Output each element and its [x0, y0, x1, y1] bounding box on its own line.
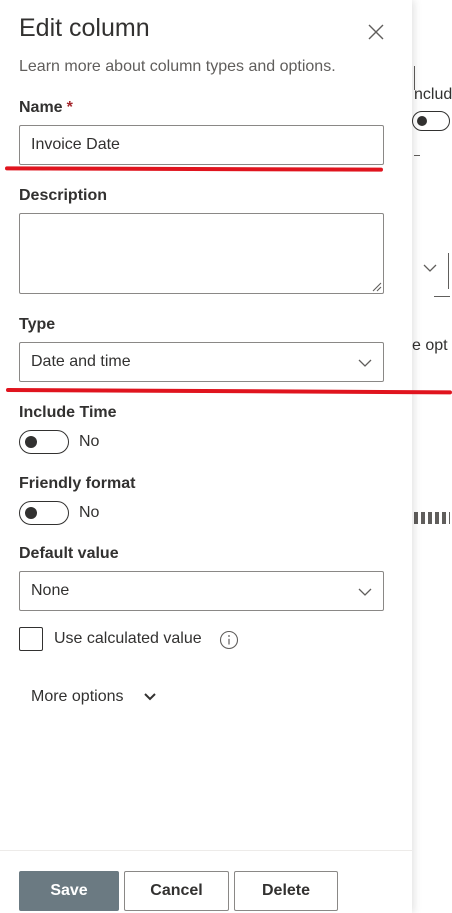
chevron-down-icon — [358, 359, 372, 367]
delete-button[interactable]: Delete — [234, 871, 338, 911]
background-divider — [434, 296, 450, 297]
friendly-format-toggle[interactable] — [19, 501, 69, 525]
default-value-label: Default value — [19, 545, 119, 562]
more-options-toggle[interactable]: More options — [31, 688, 156, 706]
edit-column-panel: Edit column Learn more about column type… — [0, 0, 452, 913]
footer-divider — [0, 850, 412, 851]
background-pattern — [414, 512, 450, 524]
friendly-format-state: No — [79, 504, 100, 521]
cancel-button[interactable]: Cancel — [124, 871, 229, 911]
chevron-down-icon — [144, 693, 156, 701]
resize-grip-icon[interactable] — [370, 280, 382, 292]
background-text-fragment: nclud — [414, 86, 452, 103]
annotation-underline — [4, 166, 384, 172]
background-divider — [414, 155, 420, 156]
name-label: Name * — [19, 99, 73, 117]
chevron-down-icon — [423, 264, 437, 272]
include-time-label: Include Time — [19, 404, 117, 421]
learn-more-link[interactable]: Learn more about column types and option… — [19, 58, 336, 76]
name-label-text: Name — [19, 99, 63, 116]
toggle-knob — [25, 507, 37, 519]
save-button[interactable]: Save — [19, 871, 119, 911]
close-button[interactable] — [364, 20, 388, 44]
include-time-toggle[interactable] — [19, 430, 69, 454]
required-mark: * — [66, 99, 73, 116]
description-label: Description — [19, 187, 108, 204]
annotation-underline — [5, 388, 452, 395]
more-options-label: More options — [31, 688, 124, 705]
background-divider — [448, 253, 449, 289]
description-textarea[interactable] — [19, 213, 384, 294]
background-text-fragment: e opt — [412, 337, 448, 354]
name-input[interactable] — [19, 125, 384, 165]
background-page: nclud e opt — [412, 0, 452, 913]
type-dropdown[interactable]: Date and time — [19, 342, 384, 382]
type-selected-value: Date and time — [31, 353, 131, 370]
info-icon[interactable] — [219, 630, 239, 650]
panel-title: Edit column — [19, 14, 150, 42]
friendly-format-label: Friendly format — [19, 475, 136, 492]
type-label: Type — [19, 316, 56, 333]
toggle-knob — [25, 436, 37, 448]
calculated-value-label: Use calculated value — [54, 630, 202, 647]
chevron-down-icon — [358, 588, 372, 596]
close-icon — [368, 24, 384, 40]
background-toggle — [412, 111, 450, 131]
default-value-dropdown[interactable]: None — [19, 571, 384, 611]
include-time-state: No — [79, 433, 100, 450]
calculated-value-checkbox[interactable] — [19, 627, 43, 651]
default-value-selected: None — [31, 582, 70, 599]
